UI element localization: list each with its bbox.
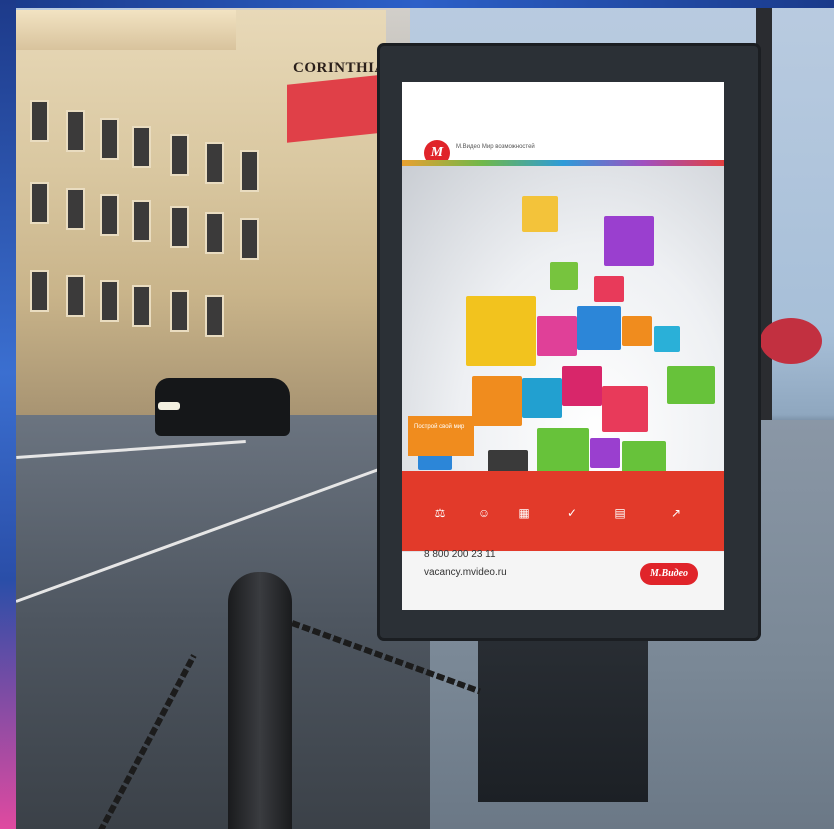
building-window bbox=[132, 200, 151, 242]
people-icon: ☺ bbox=[477, 506, 491, 520]
car-headlight bbox=[158, 402, 180, 410]
cube-icon bbox=[622, 441, 666, 475]
building-window bbox=[66, 188, 85, 230]
cube-icon bbox=[522, 378, 562, 418]
phone-number: 8 800 200 23 11 bbox=[424, 549, 496, 560]
wifi-cube-icon bbox=[577, 306, 621, 350]
building-roofline bbox=[16, 10, 236, 50]
cube-icon bbox=[522, 196, 558, 232]
bollard-post bbox=[228, 572, 292, 829]
building-window bbox=[205, 212, 224, 254]
website: vacancy.mvideo.ru bbox=[424, 567, 507, 578]
hotel-banner bbox=[287, 75, 377, 143]
building-window bbox=[66, 275, 85, 317]
cube-icon bbox=[622, 316, 652, 346]
building-window bbox=[100, 118, 119, 160]
cube-icon bbox=[590, 438, 620, 468]
building-window bbox=[240, 150, 259, 192]
growth-icon: ↗ bbox=[670, 506, 682, 520]
thumbs-up-icon: ✓ bbox=[566, 506, 578, 520]
cube-icon bbox=[472, 376, 522, 426]
scale-icon: ⚖ bbox=[434, 506, 446, 520]
building-window bbox=[170, 206, 189, 248]
building-window bbox=[30, 100, 49, 142]
yellow-cube-icon bbox=[466, 296, 536, 366]
building-window bbox=[240, 218, 259, 260]
cube-icon bbox=[594, 276, 624, 302]
flower-tree bbox=[760, 318, 822, 364]
advert-poster: M М.Видео Мир возможностей Построй свой … bbox=[402, 82, 724, 610]
cube-icon bbox=[654, 326, 680, 352]
billboard-stand bbox=[478, 622, 648, 802]
frame-border-left bbox=[0, 0, 16, 829]
cube-icon bbox=[550, 262, 578, 290]
street-photo: CORINTHIA M М.Видео Мир возможностей Пос… bbox=[0, 0, 834, 829]
cube-icon bbox=[602, 386, 648, 432]
speech-bubble: Построй свой мир bbox=[408, 416, 474, 456]
building-window bbox=[205, 142, 224, 184]
building-window bbox=[170, 134, 189, 176]
cube-icon bbox=[537, 316, 577, 356]
building-window bbox=[100, 280, 119, 322]
poster-tagline: М.Видео Мир возможностей bbox=[456, 144, 535, 150]
building-window bbox=[170, 290, 189, 332]
bricks-icon: ▤ bbox=[614, 506, 626, 520]
org-chart-icon: ▦ bbox=[518, 506, 530, 520]
building-window bbox=[66, 110, 85, 152]
building-window bbox=[132, 126, 151, 168]
brand-logo: М.Видео bbox=[640, 563, 698, 585]
music-cube-icon bbox=[604, 216, 654, 266]
hotel-sign: CORINTHIA bbox=[293, 60, 386, 76]
cube-icon bbox=[562, 366, 602, 406]
building-window bbox=[30, 182, 49, 224]
building-window bbox=[132, 285, 151, 327]
building-window bbox=[100, 194, 119, 236]
building-window bbox=[30, 270, 49, 312]
download-cube-icon bbox=[667, 366, 715, 404]
frame-border-top bbox=[0, 0, 834, 8]
building-window bbox=[205, 295, 224, 337]
